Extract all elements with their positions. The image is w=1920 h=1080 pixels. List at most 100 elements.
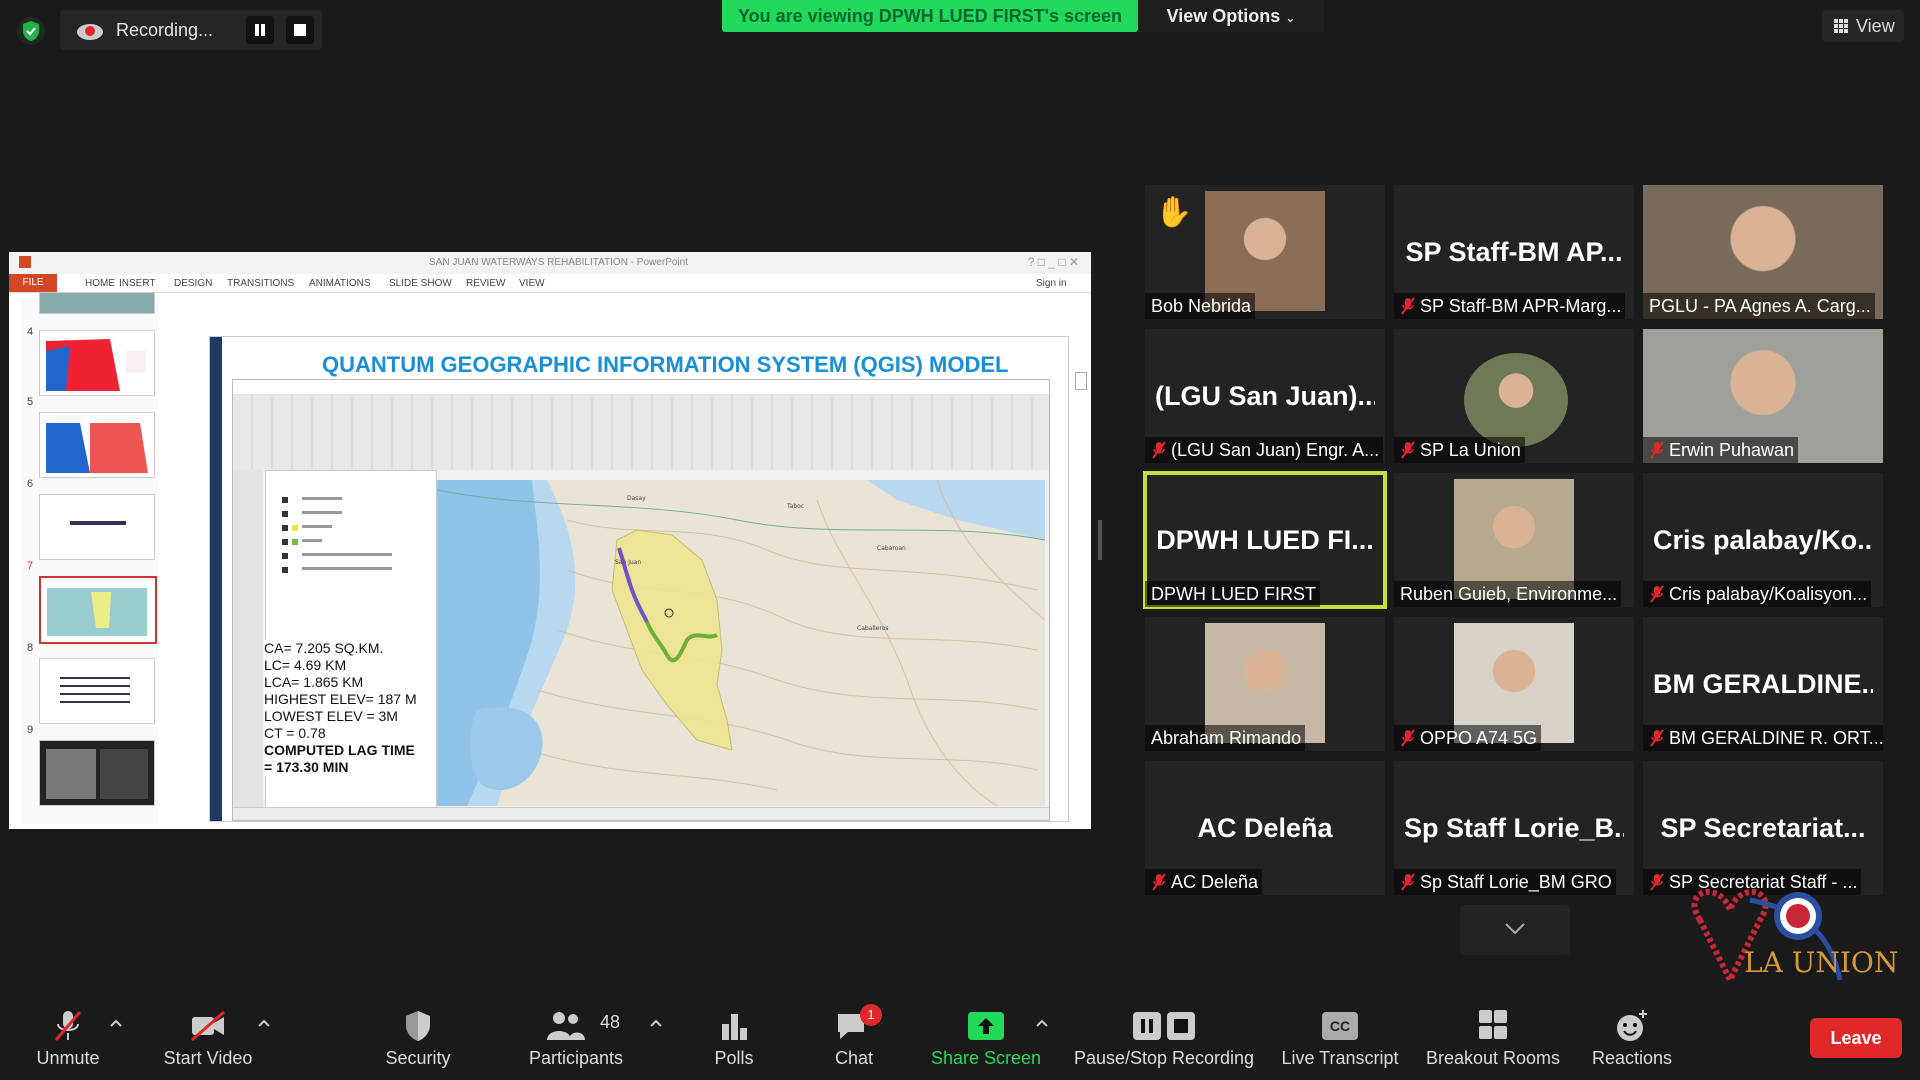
security-shield-icon[interactable] — [16, 16, 46, 46]
participant-name: Sp Staff Lorie_BM GRO — [1420, 872, 1612, 892]
start-video-button[interactable]: Start Video — [150, 990, 266, 1080]
gallery-next-page-button[interactable] — [1460, 905, 1570, 955]
participants-button[interactable]: 48 Participants — [520, 990, 632, 1080]
map-label: Cabaroan — [877, 545, 906, 552]
participant-tile[interactable]: BM GERALDINE... BM GERALDINE R. ORT... — [1643, 617, 1883, 751]
reactions-button[interactable]: Reactions — [1584, 990, 1680, 1080]
participant-name-label: Abraham Rimando — [1145, 725, 1306, 751]
tab-design[interactable]: DESIGN — [174, 278, 212, 289]
slide-number: 5 — [27, 396, 34, 408]
stat-line: CT = 0.78 — [264, 725, 326, 741]
participants-icon — [546, 1012, 585, 1040]
video-options-caret-icon[interactable] — [258, 1018, 270, 1028]
breakout-rooms-label: Breakout Rooms — [1425, 1048, 1561, 1068]
pause-stop-recording-button[interactable]: Pause/Stop Recording — [1072, 990, 1256, 1080]
slide-thumbnail[interactable] — [39, 292, 155, 314]
slide-thumbnail[interactable] — [39, 494, 155, 560]
qgis-statusbar — [233, 807, 1049, 820]
live-transcript-button[interactable]: CC Live Transcript — [1276, 990, 1404, 1080]
participant-tile[interactable]: Sp Staff Lorie_B... Sp Staff Lorie_BM GRO — [1394, 761, 1634, 895]
audio-options-caret-icon[interactable] — [110, 1018, 122, 1028]
muted-microphone-icon — [1152, 441, 1166, 459]
slide-thumbnail-selected[interactable] — [39, 576, 157, 644]
grid-icon — [1834, 19, 1848, 33]
chat-button[interactable]: 1 Chat — [820, 990, 888, 1080]
participant-tile[interactable]: Cris palabay/Ko... Cris palabay/Koalisyon… — [1643, 473, 1883, 607]
tab-transitions[interactable]: TRANSITIONS — [227, 278, 294, 289]
closed-caption-icon: CC — [1322, 1012, 1358, 1040]
shared-screen[interactable]: SAN JUAN WATERWAYS REHABILITATION - Powe… — [9, 252, 1091, 829]
tab-insert[interactable]: INSERT — [119, 278, 156, 289]
slide-canvas[interactable]: QUANTUM GEOGRAPHIC INFORMATION SYSTEM (Q… — [209, 336, 1069, 822]
share-screen-button[interactable]: Share Screen — [926, 990, 1046, 1080]
participant-tile[interactable]: (LGU San Juan)... (LGU San Juan) Engr. A.… — [1145, 329, 1385, 463]
participant-tile[interactable]: AC Deleña AC Deleña — [1145, 761, 1385, 895]
stop-recording-button[interactable] — [286, 16, 314, 44]
participant-name: (LGU San Juan) Engr. A... — [1171, 440, 1380, 460]
participant-name-label: BM GERALDINE R. ORT... — [1643, 725, 1883, 751]
participant-name-large: SP Staff-BM AP... — [1405, 237, 1623, 267]
unmute-button[interactable]: Unmute — [20, 990, 116, 1080]
tab-review[interactable]: REVIEW — [466, 278, 505, 289]
pause-recording-button[interactable] — [246, 16, 274, 44]
participant-name-label: SP Staff-BM APR-Marg... — [1394, 293, 1626, 319]
slide-thumbnail[interactable] — [39, 740, 155, 806]
window-controls[interactable]: ? □ _ □ ✕ — [1028, 255, 1079, 269]
participant-tile[interactable]: Ruben Guieb, Environme... — [1394, 473, 1634, 607]
slide-thumbnail[interactable] — [39, 330, 155, 396]
security-button[interactable]: Security — [374, 990, 462, 1080]
tab-view[interactable]: VIEW — [519, 278, 545, 289]
window-title: SAN JUAN WATERWAYS REHABILITATION - Powe… — [429, 257, 688, 268]
view-label: View — [1856, 16, 1895, 36]
slide-number: 4 — [27, 326, 34, 338]
map-label: Caballeros — [857, 625, 889, 632]
powerpoint-icon — [19, 256, 31, 268]
share-options-caret-icon[interactable] — [1036, 1018, 1048, 1028]
muted-microphone-icon — [1401, 297, 1415, 315]
breakout-rooms-button[interactable]: Breakout Rooms — [1420, 990, 1566, 1080]
tab-file[interactable]: FILE — [9, 274, 57, 292]
polls-button[interactable]: Polls — [700, 990, 768, 1080]
slide-thumbnail[interactable] — [39, 412, 155, 478]
participant-name-label: Bob Nebrida — [1145, 293, 1256, 319]
participant-tile[interactable]: OPPO A74 5G — [1394, 617, 1634, 751]
participant-tile[interactable]: Abraham Rimando — [1145, 617, 1385, 751]
view-button[interactable]: View — [1822, 10, 1904, 42]
live-transcript-label: Live Transcript — [1281, 1048, 1399, 1068]
ribbon-tabs: HOME INSERT DESIGN TRANSITIONS ANIMATION… — [9, 274, 1091, 293]
start-video-label: Start Video — [163, 1048, 253, 1068]
participant-name: Bob Nebrida — [1151, 296, 1252, 316]
tab-slide-show[interactable]: SLIDE SHOW — [389, 278, 452, 289]
participant-name: SP La Union — [1420, 440, 1521, 460]
microphone-muted-icon — [54, 1011, 82, 1041]
slide-thumbnail[interactable] — [39, 658, 155, 724]
participant-tile[interactable]: SP Staff-BM AP... SP Staff-BM APR-Marg... — [1394, 185, 1634, 319]
sign-in-link[interactable]: Sign in — [1036, 278, 1067, 289]
participants-options-caret-icon[interactable] — [650, 1018, 662, 1028]
participant-tile[interactable]: SP La Union — [1394, 329, 1634, 463]
powerpoint-titlebar: SAN JUAN WATERWAYS REHABILITATION - Powe… — [9, 252, 1091, 274]
viewing-screen-banner: You are viewing DPWH LUED FIRST's screen — [722, 0, 1138, 32]
tab-animations[interactable]: ANIMATIONS — [309, 278, 370, 289]
meeting-toolbar: Unmute Start Video Security 48 Participa… — [0, 990, 1920, 1080]
stat-line: = 173.30 MIN — [264, 759, 349, 775]
participant-tile[interactable]: Erwin Puhawan — [1643, 329, 1883, 463]
view-options-button[interactable]: View Options ⌄ — [1138, 0, 1324, 32]
slide-scrollbar[interactable] — [1075, 372, 1087, 390]
participant-name: BM GERALDINE R. ORT... — [1669, 728, 1883, 748]
participant-name: AC Deleña — [1171, 872, 1259, 892]
participant-name-label: Erwin Puhawan — [1643, 437, 1799, 463]
logo-text: LA UNION — [1744, 946, 1898, 979]
participant-name: Ruben Guieb, Environme... — [1400, 584, 1618, 604]
bar-chart-icon — [722, 1014, 747, 1040]
participant-name-large: BM GERALDINE... — [1653, 669, 1873, 699]
participant-name-label: PGLU - PA Agnes A. Carg... — [1643, 293, 1875, 319]
leave-button[interactable]: Leave — [1810, 1018, 1902, 1058]
participant-tile[interactable]: DPWH LUED FI... DPWH LUED FIRST — [1143, 471, 1387, 609]
participant-tile[interactable]: ✋ Bob Nebrida — [1145, 185, 1385, 319]
panel-resize-handle[interactable] — [1098, 520, 1102, 560]
muted-microphone-icon — [1401, 441, 1415, 459]
participant-tile[interactable]: PGLU - PA Agnes A. Carg... — [1643, 185, 1883, 319]
participant-name: Erwin Puhawan — [1669, 440, 1795, 460]
tab-home[interactable]: HOME — [85, 278, 115, 289]
